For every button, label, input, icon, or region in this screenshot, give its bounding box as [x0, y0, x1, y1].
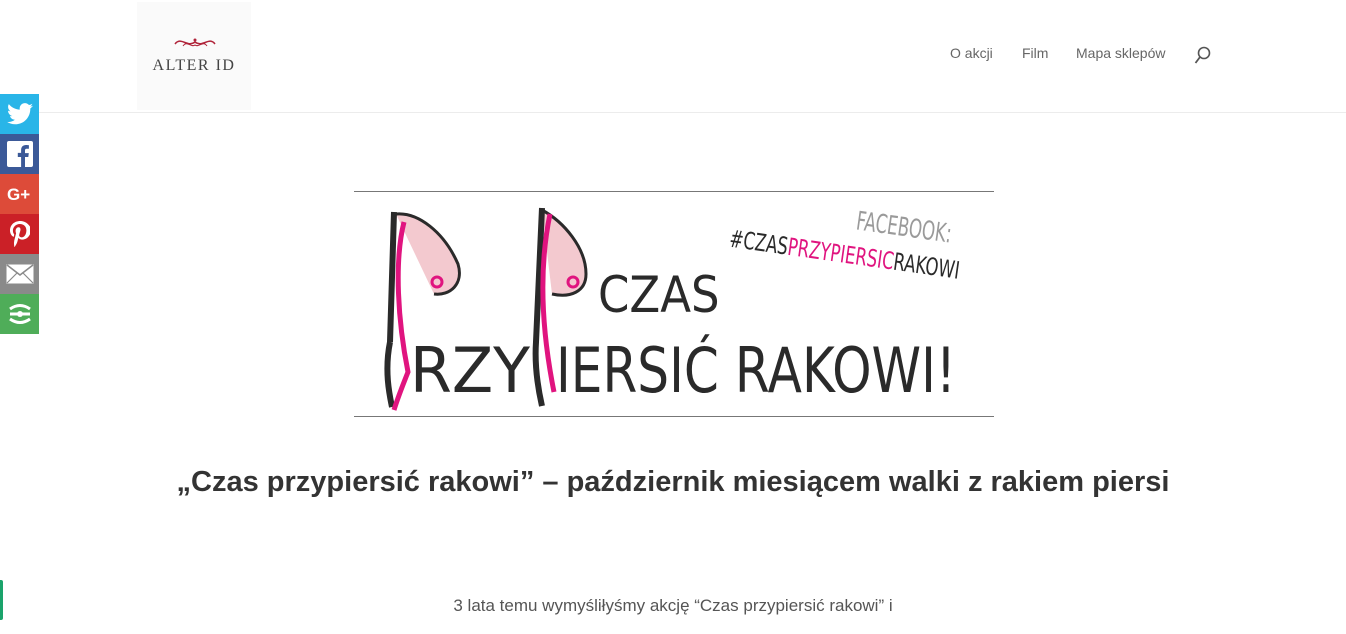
article-intro: 3 lata temu wymyśliłyśmy akcję “Czas prz… — [453, 596, 893, 615]
article-title: „Czas przypiersić rakowi” – październik … — [176, 466, 1170, 498]
mail-icon — [6, 264, 33, 284]
share-facebook-button[interactable] — [0, 134, 39, 174]
google-plus-icon: G+ — [7, 185, 30, 204]
logo-text: ALTER ID — [152, 57, 236, 74]
site-header: ALTER ID O akcji Film Mapa sklepów — [0, 0, 1346, 113]
nav-item-film[interactable]: Film — [1022, 45, 1048, 61]
share-more-icon — [8, 304, 31, 324]
nav-item-mapa-sklepow[interactable]: Mapa sklepów — [1076, 45, 1166, 61]
svg-text:G+: G+ — [7, 185, 30, 204]
share-pinterest-button[interactable] — [0, 214, 39, 254]
pinterest-icon — [9, 221, 30, 247]
twitter-icon — [6, 103, 33, 125]
banner-line1: CZAS — [598, 266, 720, 324]
share-google-plus-button[interactable]: G+ — [0, 174, 39, 214]
logo-ornament-icon — [174, 38, 216, 47]
nav-item-o-akcji[interactable]: O akcji — [950, 45, 993, 61]
banner-hashtag-prefix: #CZAS — [728, 225, 790, 261]
share-more-button[interactable] — [0, 294, 39, 334]
feedback-tab[interactable] — [0, 580, 3, 620]
facebook-icon — [6, 141, 33, 167]
campaign-banner-artwork: CZAS RZY IERSIĆ RAKOWI! FACEBOOK: #CZASP… — [384, 206, 962, 411]
site-logo[interactable]: ALTER ID — [137, 2, 251, 110]
share-twitter-button[interactable] — [0, 94, 39, 134]
search-icon[interactable] — [1194, 46, 1212, 66]
social-share-bar: G+ — [0, 94, 39, 334]
banner-line2: RZY — [410, 334, 530, 407]
banner-p-left-accent — [391, 221, 411, 411]
banner-line3: IERSIĆ RAKOWI! — [556, 334, 956, 407]
share-email-button[interactable] — [0, 254, 39, 294]
banner-p-left-stroke — [384, 211, 397, 408]
campaign-banner: CZAS RZY IERSIĆ RAKOWI! FACEBOOK: #CZASP… — [354, 191, 994, 417]
banner-hashtag-suffix: RAKOWI — [892, 248, 962, 285]
